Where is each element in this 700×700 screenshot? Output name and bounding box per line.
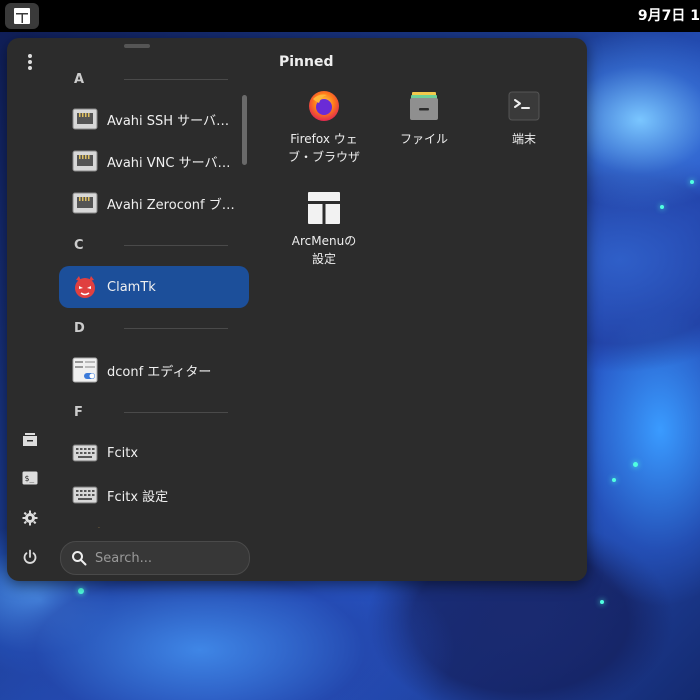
category-divider — [124, 245, 228, 246]
app-item-label: Avahi SSH サーバの… — [107, 113, 239, 129]
svg-text:$_: $_ — [25, 474, 35, 483]
app-item-label: Fcitx — [107, 445, 139, 461]
terminal-shortcut-button[interactable]: $_ — [14, 462, 46, 494]
pinned-item-terminal[interactable]: 端末 — [478, 88, 570, 148]
category-letter: D — [74, 320, 85, 336]
pinned-item-label: 端末 — [511, 132, 536, 146]
settings-shortcut-button[interactable] — [14, 502, 46, 534]
terminal-icon: $_ — [22, 471, 38, 485]
wallpaper-spark — [612, 478, 616, 482]
list-item-partial — [79, 520, 119, 528]
category-letter: C — [74, 237, 84, 253]
app-item-label: Avahi VNC サーバの… — [107, 155, 239, 171]
keyboard-icon — [72, 440, 98, 466]
arcmenu-settings-icon — [306, 190, 342, 226]
pinned-item-label: ファイル — [399, 132, 448, 146]
wallpaper-spark — [660, 205, 664, 209]
files-icon — [406, 88, 442, 124]
app-item-label: dconf エディター — [107, 364, 212, 380]
clamtk-icon — [72, 274, 98, 300]
search-input[interactable] — [93, 549, 237, 567]
files-shortcut-button[interactable] — [14, 423, 46, 455]
app-item-avahi-zeroconf[interactable]: Avahi Zeroconf ブ… — [59, 182, 249, 224]
app-item-clamtk[interactable]: ClamTk — [59, 266, 249, 308]
kebab-menu-icon — [28, 54, 32, 70]
pinned-item-arcmenu-settings[interactable]: ArcMenuの 設定 — [278, 190, 370, 268]
app-item-fcitx[interactable]: Fcitx — [59, 432, 249, 474]
category-divider — [124, 328, 228, 329]
side-rail: $_ — [7, 38, 53, 581]
arcmenu-button[interactable] — [5, 3, 39, 29]
pinned-item-label-line2: ブ・ブラウザ — [287, 150, 360, 164]
pinned-item-label-line2: 設定 — [311, 252, 336, 266]
top-bar: 9月7日 1 — [0, 0, 700, 32]
app-item-label: ClamTk — [107, 279, 156, 295]
app-item-avahi-ssh[interactable]: Avahi SSH サーバの… — [59, 98, 249, 140]
search-field[interactable] — [60, 541, 250, 575]
app-item-label: Avahi Zeroconf ブ… — [107, 197, 235, 213]
category-header-f: F — [74, 402, 228, 422]
app-item-dconf-editor[interactable]: dconf エディター — [59, 349, 249, 391]
app-item-label: Fcitx 設定 — [107, 489, 169, 505]
list-item-partial — [124, 44, 150, 48]
clock[interactable]: 9月7日 1 — [638, 0, 700, 32]
wallpaper-spark — [633, 462, 638, 467]
app-list: A Avahi SSH サーバの… Avahi VNC サーバの… Avahi … — [59, 38, 251, 528]
app-list-scrollbar[interactable] — [242, 95, 247, 165]
network-icon — [72, 148, 98, 174]
terminal-icon — [506, 88, 542, 124]
files-icon — [23, 433, 37, 446]
arcmenu-panel: $_ A Avahi SSH サーバの… Avahi VNC サーバの… Ava… — [7, 38, 587, 581]
category-divider — [124, 412, 228, 413]
keyboard-icon — [72, 482, 98, 508]
power-icon — [23, 549, 37, 564]
app-item-avahi-vnc[interactable]: Avahi VNC サーバの… — [59, 140, 249, 182]
wallpaper-spark — [690, 180, 694, 184]
arcmenu-icon — [14, 8, 30, 24]
pinned-item-firefox[interactable]: Firefox ウェ ブ・ブラウザ — [278, 88, 370, 166]
pinned-item-label-line1: Firefox ウェ — [290, 132, 358, 146]
category-header-a: A — [74, 69, 228, 89]
wallpaper-spark — [600, 600, 604, 604]
category-header-d: D — [74, 318, 228, 338]
wallpaper-spark — [78, 588, 84, 594]
pinned-title: Pinned — [279, 54, 334, 70]
network-icon — [72, 190, 98, 216]
more-options-button[interactable] — [14, 46, 46, 78]
category-header-c: C — [74, 235, 228, 255]
dconf-editor-icon — [72, 357, 98, 383]
pinned-item-label-line1: ArcMenuの — [291, 234, 357, 248]
gear-icon — [22, 510, 38, 526]
firefox-icon — [306, 88, 342, 124]
pinned-item-files[interactable]: ファイル — [378, 88, 470, 148]
app-item-fcitx-settings[interactable]: Fcitx 設定 — [59, 474, 249, 516]
category-letter: F — [74, 404, 83, 420]
search-icon — [72, 551, 87, 566]
category-divider — [124, 79, 228, 80]
category-letter: A — [74, 71, 85, 87]
network-icon — [72, 106, 98, 132]
power-button[interactable] — [14, 541, 46, 573]
